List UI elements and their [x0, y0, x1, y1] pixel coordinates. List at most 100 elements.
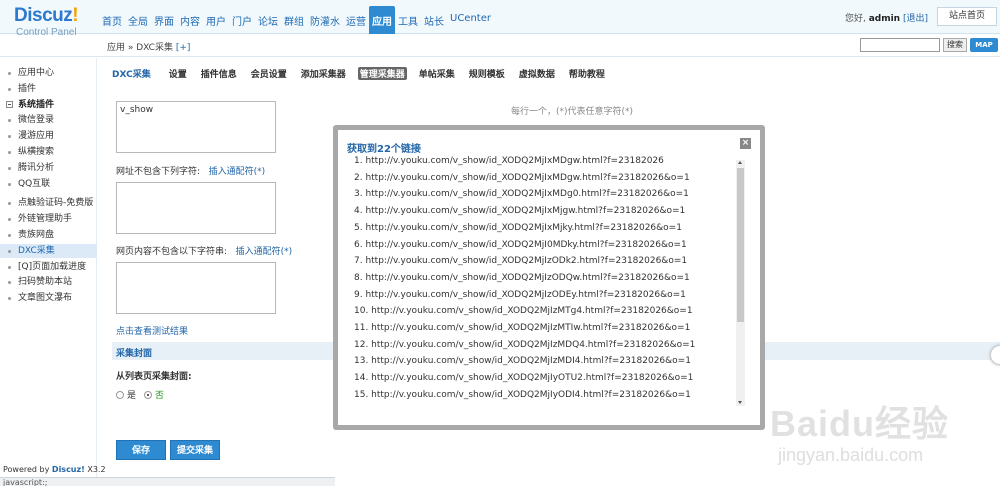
- tab-item[interactable]: 规则模板: [467, 67, 507, 80]
- add-shortcut-link[interactable]: [+]: [176, 43, 191, 53]
- tab-bar: DXC采集 设置 插件信息 会员设置 添加采集器 管理采集器 单帖采集 规则模板 虚拟数据 帮助…: [112, 67, 617, 80]
- powered-by: Powered by Discuz! X3.2: [3, 465, 106, 474]
- insert-wildcard-link-2[interactable]: 插入通配符(*): [236, 247, 293, 257]
- link-list-item: 12. http://v.youku.com/v_show/id_XODQ2Mj…: [354, 339, 696, 350]
- powered-prefix: Powered by: [3, 465, 52, 474]
- modal-scrollbar[interactable]: [736, 160, 745, 406]
- logo-text: Discuz: [14, 5, 73, 26]
- collapse-icon[interactable]: [6, 100, 13, 108]
- sidebar-item[interactable]: 扫码赞助本站: [0, 275, 97, 289]
- search-button[interactable]: 搜索: [943, 38, 967, 52]
- insert-wildcard-link-1[interactable]: 插入通配符(*): [209, 167, 266, 177]
- radio-yes-label: 是: [127, 391, 137, 401]
- logout-link[interactable]: [退出]: [903, 14, 928, 24]
- sidebar-item-label: 应用中心: [18, 68, 55, 78]
- map-button[interactable]: MAP: [970, 38, 998, 52]
- nav-item[interactable]: 用户: [203, 6, 229, 34]
- bullet-icon: [8, 234, 11, 237]
- nav-item[interactable]: 群组: [281, 6, 307, 34]
- url-exclude-textarea[interactable]: [116, 182, 276, 234]
- sidebar-item[interactable]: 应用中心: [0, 66, 97, 80]
- sidebar-item[interactable]: 外链管理助手: [0, 212, 97, 226]
- view-test-result-link[interactable]: 点击查看测试结果: [116, 327, 188, 337]
- bullet-icon: [8, 87, 11, 91]
- url-exclude-label: 网址不包含下列字符: 插入通配符(*): [116, 164, 265, 177]
- greeting-text: 您好,: [844, 14, 869, 24]
- nav-item[interactable]: 全局: [125, 6, 151, 34]
- powered-brand[interactable]: Discuz!: [52, 465, 85, 474]
- bullet-icon: [8, 249, 11, 253]
- sidebar-item[interactable]: 贵族网盘: [0, 228, 97, 242]
- nav-item[interactable]: 防灌水: [307, 6, 343, 34]
- sidebar-item-label: 外链管理助手: [18, 214, 73, 225]
- site-home-button[interactable]: 站点首页: [937, 7, 997, 26]
- bullet-icon: [8, 218, 11, 222]
- sidebar-item[interactable]: QQ互联: [0, 177, 97, 191]
- bullet-icon: [8, 151, 11, 154]
- bullet-icon: [8, 281, 11, 285]
- sidebar-item[interactable]: 腾讯分析: [0, 161, 97, 175]
- sidebar-item-label: DXC采集: [18, 245, 55, 256]
- sidebar-item[interactable]: 系统插件: [0, 98, 97, 112]
- discuz-logo[interactable]: Discuz! Control Panel: [14, 5, 79, 39]
- nav-item[interactable]: 内容: [177, 6, 203, 34]
- scroll-up-arrow-icon[interactable]: [738, 161, 742, 164]
- bullet-icon: [8, 119, 11, 123]
- sidebar-item[interactable]: 漫游应用: [0, 129, 97, 143]
- sidebar-item[interactable]: 文章图文瀑布: [0, 291, 97, 305]
- modal-title: 获取到22个链接: [347, 144, 421, 155]
- nav-item[interactable]: 应用: [369, 6, 395, 34]
- sidebar-item[interactable]: DXC采集: [0, 243, 97, 258]
- nav-item[interactable]: 门户: [229, 6, 255, 34]
- links-modal: 获取到22个链接 × 1. http://v.youku.com/v_show/…: [338, 130, 760, 425]
- nav-item[interactable]: 运营: [343, 6, 369, 34]
- tab-item[interactable]: 添加采集器: [299, 67, 348, 80]
- submit-collect-button[interactable]: 提交采集: [170, 440, 220, 460]
- bullet-icon: [8, 135, 11, 139]
- sidebar-item[interactable]: 纵横搜索: [0, 145, 97, 159]
- save-button[interactable]: 保存: [116, 440, 166, 460]
- sidebar-item[interactable]: 插件: [0, 82, 97, 96]
- nav-item[interactable]: 站长: [421, 6, 447, 34]
- link-list-item: 11. http://v.youku.com/v_show/id_XODQ2Mj…: [354, 323, 691, 333]
- sidebar-item[interactable]: [Q]页面加载进度: [0, 260, 97, 274]
- tab-bar-title[interactable]: DXC采集: [112, 67, 151, 80]
- tab-item[interactable]: 单帖采集: [417, 67, 457, 80]
- sidebar: 应用中心插件系统插件 微信登录漫游应用纵横搜索腾讯分析 QQ互联点触验证码-免费版外…: [0, 58, 97, 486]
- scroll-down-arrow-icon[interactable]: [738, 401, 742, 404]
- sidebar-item[interactable]: 微信登录: [0, 113, 97, 127]
- radio-no[interactable]: [144, 390, 153, 399]
- close-icon[interactable]: ×: [740, 138, 751, 149]
- sidebar-item[interactable]: 点触验证码-免费版: [0, 196, 97, 210]
- nav-item[interactable]: 论坛: [255, 6, 281, 34]
- nav-item[interactable]: 界面: [151, 6, 177, 34]
- sub-bar: 应用 » DXC采集 [+] 搜索 MAP: [0, 35, 1000, 57]
- bullet-icon: [8, 297, 11, 301]
- test-result-link-wrap: 点击查看测试结果: [116, 324, 188, 337]
- nav-item[interactable]: 工具: [395, 6, 421, 34]
- hint-text: 每行一个，(*)代表任意字符(*): [511, 107, 634, 117]
- breadcrumb: 应用 » DXC采集 [+]: [107, 40, 190, 53]
- radio-yes[interactable]: [116, 390, 124, 399]
- nav-item[interactable]: UCenter: [447, 6, 494, 34]
- tab-item[interactable]: 虚拟数据: [517, 67, 557, 80]
- tab-item[interactable]: 管理采集器: [357, 67, 407, 80]
- link-list-item: 15. http://v.youku.com/v_show/id_XODQ2Mj…: [354, 389, 691, 400]
- scroll-thumb[interactable]: [737, 168, 744, 322]
- url-include-textarea[interactable]: v_show: [116, 101, 276, 153]
- tab-item[interactable]: 会员设置: [249, 67, 289, 80]
- bullet-icon: [8, 265, 11, 269]
- sidebar-item-label: 腾讯分析: [18, 162, 55, 173]
- link-list-item: 5. http://v.youku.com/v_show/id_XODQ2MjI…: [354, 222, 682, 233]
- top-header: Discuz! Control Panel 首页 全局 界面 内容 用户 门户 论坛 群组 防灌…: [0, 0, 1000, 38]
- search-input[interactable]: [860, 38, 940, 52]
- tab-item[interactable]: 设置: [167, 67, 189, 80]
- tab-item[interactable]: 帮助教程: [567, 67, 607, 80]
- nav-item[interactable]: 首页: [99, 6, 125, 34]
- content-exclude-textarea[interactable]: [116, 262, 276, 314]
- main-nav: 首页 全局 界面 内容 用户 门户 论坛 群组 防灌水 运营 应用 工具 站长 UCenter: [99, 6, 494, 34]
- sidebar-item-label: [Q]页面加载进度: [18, 261, 87, 272]
- link-list-item: 2. http://v.youku.com/v_show/id_XODQ2MjI…: [354, 172, 690, 183]
- tab-item[interactable]: 插件信息: [199, 67, 239, 80]
- logo-exclamation: !: [72, 5, 79, 26]
